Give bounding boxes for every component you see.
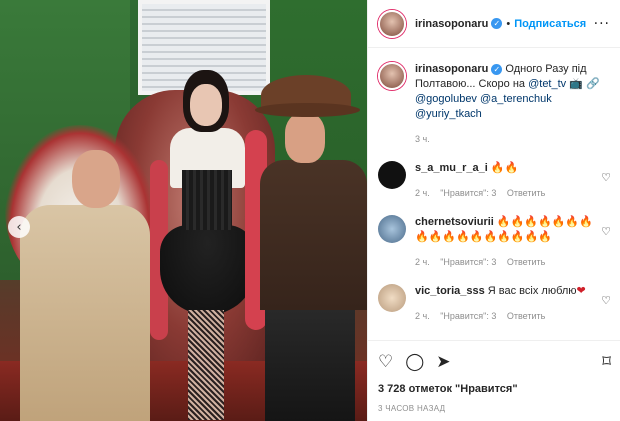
bookmark-icon[interactable]: ⌑ <box>602 352 611 372</box>
comment-username[interactable]: vic_toria_sss <box>415 285 485 297</box>
avatar[interactable] <box>378 9 406 38</box>
man-in-cowboy-costume <box>255 75 367 421</box>
like-comment-heart-icon[interactable]: ♡ <box>601 171 611 184</box>
comment-likes[interactable]: "Нравится": 3 <box>440 311 496 321</box>
comment-time: 2 ч. <box>415 311 430 321</box>
mention-link[interactable]: @a_terenchuk <box>480 93 552 105</box>
mention-link[interactable]: @yuriy_tkach <box>415 108 482 120</box>
comment-icon[interactable]: ◯ <box>405 352 424 372</box>
heart-icon[interactable]: ♡ <box>378 352 393 372</box>
woman-in-costume <box>150 70 267 420</box>
comment-username[interactable]: s_a_mu_r_a_i <box>415 162 488 174</box>
avatar[interactable] <box>378 284 406 312</box>
like-comment-heart-icon[interactable]: ♡ <box>601 294 611 307</box>
comment-username[interactable]: chernetsoviurii <box>415 216 494 228</box>
red-heart-emoji: ❤ <box>576 285 586 297</box>
post-photo[interactable]: ‹ <box>0 0 367 421</box>
mention-link[interactable]: @tet_tv <box>528 78 566 90</box>
comment-likes[interactable]: "Нравится": 3 <box>440 188 496 198</box>
likes-count[interactable]: 3 728 отметок "Нравится" <box>378 383 611 395</box>
chevron-left-icon[interactable]: ‹ <box>8 216 30 238</box>
send-icon[interactable]: ➤ <box>436 352 450 372</box>
post-actions: ♡ ◯ ➤ ⌑ 3 728 отметок "Нравится" 3 ЧАСОВ… <box>368 340 620 421</box>
caption: irinasoponaru ✓ Одного Разу під Полтавою.… <box>378 62 611 147</box>
verified-badge-icon: ✓ <box>491 64 503 75</box>
avatar[interactable] <box>378 215 406 243</box>
reply-button[interactable]: Ответить <box>507 311 545 321</box>
comment-likes[interactable]: "Нравится": 3 <box>440 257 496 267</box>
comment-item: vic_toria_sss Я вас всіх люблю❤ 2 ч. "Нр… <box>378 284 611 324</box>
comment-text: Я вас всіх люблю <box>487 285 577 297</box>
caption-time: 3 ч. <box>415 134 430 144</box>
person-in-headdress <box>0 125 160 421</box>
avatar[interactable] <box>378 161 406 189</box>
caption-username[interactable]: irinasoponaru <box>415 63 488 75</box>
comment-time: 2 ч. <box>415 257 430 267</box>
separator-dot: • <box>506 17 511 30</box>
more-options-icon[interactable]: ··· <box>594 16 610 32</box>
mention-link[interactable]: @gogolubev <box>415 93 477 105</box>
reply-button[interactable]: Ответить <box>507 257 545 267</box>
like-comment-heart-icon[interactable]: ♡ <box>601 225 611 238</box>
comment-text: 🔥🔥 <box>490 162 519 174</box>
avatar[interactable] <box>378 62 406 90</box>
action-icons: ♡ ◯ ➤ ⌑ <box>378 349 611 375</box>
comments-list[interactable]: irinasoponaru ✓ Одного Разу під Полтавою.… <box>368 48 620 340</box>
post-side-panel: irinasoponaru ✓ • Подписаться ··· irinas… <box>367 0 620 421</box>
reply-button[interactable]: Ответить <box>507 188 545 198</box>
comment-item: chernetsoviurii 🔥🔥🔥🔥🔥🔥🔥🔥🔥🔥🔥🔥🔥🔥🔥🔥🔥 2 ч. "… <box>378 215 611 270</box>
post-header: irinasoponaru ✓ • Подписаться ··· <box>368 0 620 48</box>
follow-button[interactable]: Подписаться <box>514 18 586 30</box>
verified-badge-icon: ✓ <box>491 18 503 29</box>
username-link[interactable]: irinasoponaru <box>415 18 488 30</box>
comment-time: 2 ч. <box>415 188 430 198</box>
post-time: 3 ЧАСОВ НАЗАД <box>378 404 446 413</box>
comment-item: s_a_mu_r_a_i 🔥🔥 2 ч. "Нравится": 3 Ответ… <box>378 161 611 201</box>
